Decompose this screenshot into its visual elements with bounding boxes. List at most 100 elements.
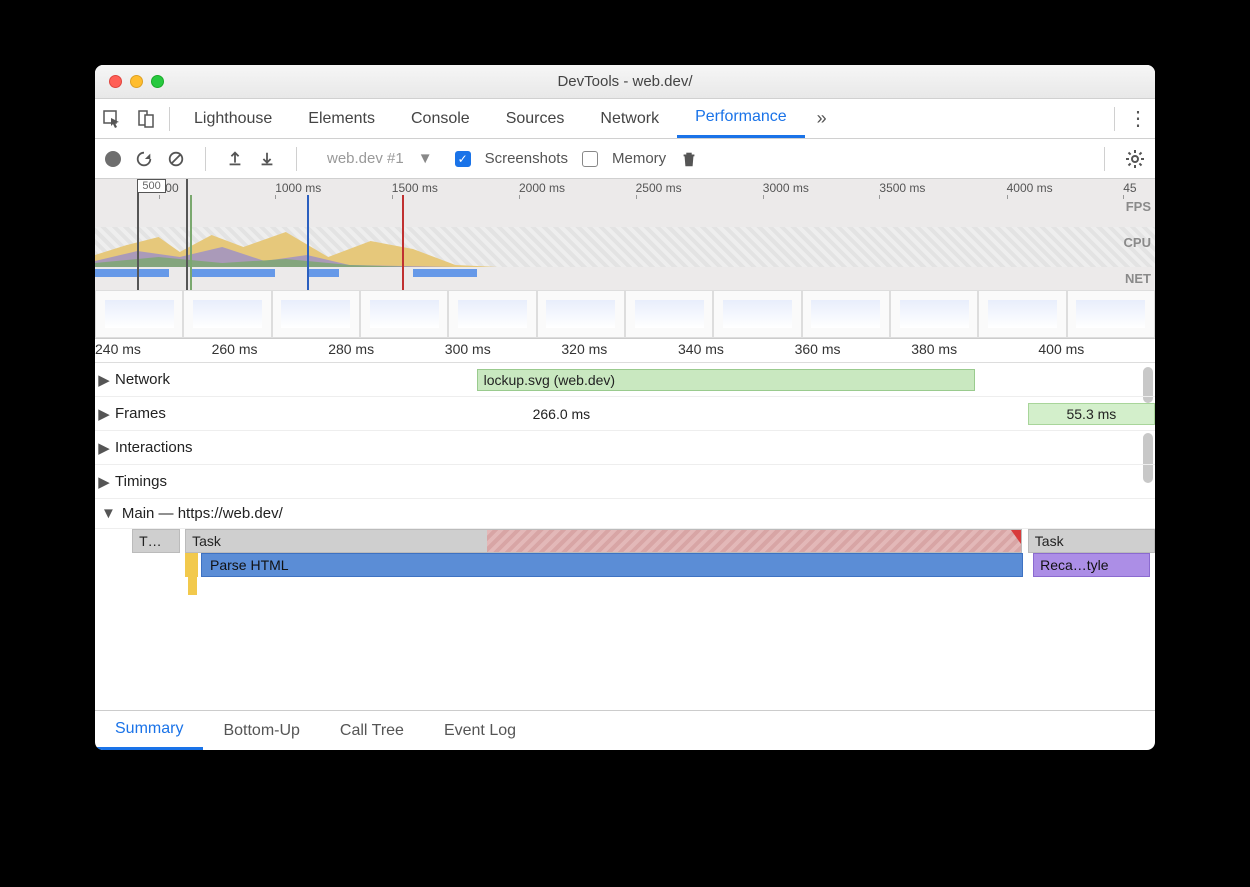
cpu-lane-label: CPU [1124,235,1151,250]
overview-marker-red [402,195,404,290]
track-timings[interactable]: ▶ Timings [95,465,1155,499]
load-profile-button[interactable] [226,150,244,168]
recording-dropdown-icon[interactable]: ▼ [418,150,433,167]
screenshot-thumb[interactable] [802,290,890,338]
gc-button[interactable] [680,149,698,169]
track-main-header[interactable]: ▼ Main — https://web.dev/ [95,499,1155,529]
script-bar[interactable] [188,577,196,595]
ruler-tick: 240 ms [95,341,141,357]
tab-summary[interactable]: Summary [95,711,203,750]
screenshot-thumb[interactable] [183,290,271,338]
tab-event-log[interactable]: Event Log [424,711,536,750]
track-label: Interactions [113,439,193,456]
overview-tick: 3000 ms [763,181,809,195]
overview-tick: 1500 ms [392,181,438,195]
divider [296,147,297,171]
screenshot-thumb[interactable] [360,290,448,338]
tab-call-tree[interactable]: Call Tree [320,711,424,750]
long-task-indicator [487,530,1021,552]
track-network[interactable]: ▶ Network lockup.svg (web.dev) [95,363,1155,397]
more-tabs-icon[interactable]: » [805,108,839,129]
net-lane-label: NET [1125,271,1151,286]
overview-tick: 2000 ms [519,181,565,195]
frame-bar[interactable]: 55.3 ms [1028,403,1155,425]
devtools-window: DevTools - web.dev/ Lighthouse Elements … [95,65,1155,750]
panel-tabs: Lighthouse Elements Console Sources Netw… [95,99,1155,139]
fps-lane-label: FPS [1126,199,1151,214]
screenshot-thumb[interactable] [95,290,183,338]
ruler-tick: 320 ms [561,341,607,357]
screenshots-label: Screenshots [485,150,568,167]
screenshot-thumb[interactable] [625,290,713,338]
overview-marker-blue [307,195,309,290]
tab-lighthouse[interactable]: Lighthouse [176,99,290,138]
overview-marker-green [190,195,192,290]
expand-icon[interactable]: ▶ [95,473,113,491]
device-toolbar-icon[interactable] [129,109,163,129]
expand-icon[interactable]: ▶ [95,371,113,389]
clear-button[interactable] [167,150,185,168]
network-request-bar[interactable]: lockup.svg (web.dev) [477,369,975,391]
ruler-tick: 360 ms [795,341,841,357]
ruler-tick: 280 ms [328,341,374,357]
reload-button[interactable] [135,150,153,168]
ruler-tick: 340 ms [678,341,724,357]
track-interactions[interactable]: ▶ Interactions [95,431,1155,465]
detail-ruler[interactable]: 240 ms260 ms280 ms300 ms320 ms340 ms360 … [95,339,1155,363]
overview-tick: 4000 ms [1007,181,1053,195]
long-task-triangle-icon [1011,530,1021,544]
tracks-area: ▶ Network lockup.svg (web.dev) ▶ Frames … [95,363,1155,710]
overview-tick: 2500 ms [636,181,682,195]
overview-tick: 3500 ms [879,181,925,195]
ruler-tick: 260 ms [212,341,258,357]
divider [1104,147,1105,171]
ruler-tick: 380 ms [911,341,957,357]
divider [169,107,170,131]
divider [205,147,206,171]
collapse-icon[interactable]: ▼ [101,505,116,522]
details-tabs: Summary Bottom-Up Call Tree Event Log [95,710,1155,750]
tab-console[interactable]: Console [393,99,488,138]
screenshot-thumbnails [95,290,1155,338]
record-button[interactable] [105,151,121,167]
screenshot-thumb[interactable] [1067,290,1155,338]
cpu-overview-band [95,227,1155,267]
ruler-tick: 400 ms [1038,341,1084,357]
script-bar[interactable] [185,553,198,577]
overview-tick: 1000 ms [275,181,321,195]
track-label: Timings [113,473,167,490]
tab-sources[interactable]: Sources [488,99,583,138]
expand-icon[interactable]: ▶ [95,439,113,457]
memory-checkbox[interactable] [582,151,598,167]
task-bar[interactable]: Task [185,529,1022,553]
track-label: Main — https://web.dev/ [122,505,283,522]
overview-timeline[interactable]: 5001000 ms1500 ms2000 ms2500 ms3000 ms35… [95,179,1155,339]
inspect-element-icon[interactable] [95,109,129,129]
overview-tick: 45 [1123,181,1136,195]
tab-performance[interactable]: Performance [677,99,805,138]
screenshot-thumb[interactable] [272,290,360,338]
task-bar[interactable]: T… [132,529,180,553]
parse-html-bar[interactable]: Parse HTML [201,553,1023,577]
screenshot-thumb[interactable] [537,290,625,338]
track-frames[interactable]: ▶ Frames 266.0 ms 55.3 ms [95,397,1155,431]
tab-network[interactable]: Network [582,99,677,138]
settings-gear-icon[interactable] [1125,149,1145,169]
save-profile-button[interactable] [258,150,276,168]
tab-elements[interactable]: Elements [290,99,393,138]
memory-label: Memory [612,150,666,167]
kebab-menu-icon[interactable]: ⋮ [1121,106,1155,131]
screenshots-checkbox[interactable]: ✓ [455,151,471,167]
task-bar[interactable]: Task [1028,529,1155,553]
screenshot-thumb[interactable] [978,290,1066,338]
screenshot-thumb[interactable] [890,290,978,338]
titlebar: DevTools - web.dev/ [95,65,1155,99]
recalc-style-bar[interactable]: Reca…tyle [1033,553,1150,577]
performance-toolbar: web.dev #1 ▼ ✓ Screenshots Memory [95,139,1155,179]
net-overview-band [95,269,1155,279]
tab-bottom-up[interactable]: Bottom-Up [203,711,319,750]
screenshot-thumb[interactable] [713,290,801,338]
flame-chart[interactable]: T… Task Task Parse HTML Reca…tyle [95,529,1155,649]
frame-bar[interactable]: 266.0 ms [95,403,1028,425]
screenshot-thumb[interactable] [448,290,536,338]
